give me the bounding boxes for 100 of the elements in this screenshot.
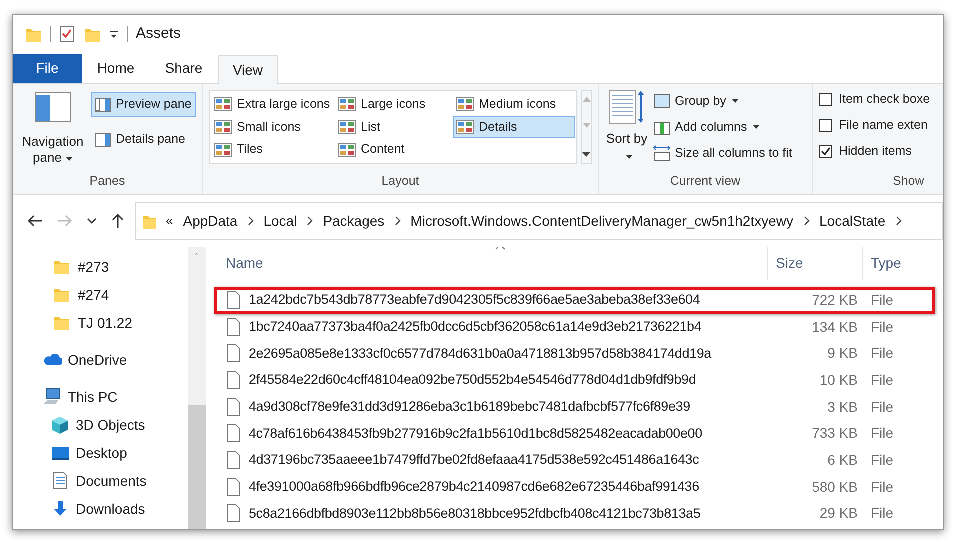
checkbox[interactable]	[819, 144, 832, 158]
file-icon	[226, 424, 241, 444]
chevron-icon[interactable]	[307, 216, 314, 226]
file-row[interactable]: 1bc7240aa77373ba4f0a2425fb0dcc6d5cbf362058c61a14e9d3eb21736221b4 134 KB File	[214, 314, 935, 340]
layout-option[interactable]: Details	[453, 116, 575, 138]
group-label: Current view	[669, 173, 742, 190]
file-type: File	[870, 370, 895, 390]
view-icon	[338, 142, 356, 157]
layout-option[interactable]: Tiles	[211, 138, 335, 161]
document-icon	[51, 472, 70, 490]
layout-option[interactable]: Content	[335, 138, 453, 161]
file-name: 4a9d308cf78e9fe31dd3d91286eba3c1b6189bebc7481dafbcbf577fc6f89e39	[249, 398, 690, 416]
pane-layout-icon	[35, 92, 71, 122]
file-type: File	[870, 424, 895, 444]
checkbox-option[interactable]: Item check boxe	[819, 90, 930, 108]
checkmark-icon	[820, 146, 830, 156]
checkbox-option[interactable]: Hidden items	[819, 142, 912, 160]
checkbox[interactable]	[819, 118, 832, 132]
navigation-pane-button[interactable]: Navigation pane	[19, 90, 87, 172]
view-icon	[214, 120, 232, 134]
navigation-item[interactable]: Desktop	[13, 439, 188, 467]
file-size: 722 KB	[811, 290, 859, 310]
pane-button[interactable]: Details pane	[91, 127, 196, 152]
column-header[interactable]: Name	[214, 247, 767, 280]
sort-by-button[interactable]: Sort by	[605, 90, 649, 172]
file-type: File	[870, 504, 895, 524]
ribbon-tab[interactable]: File	[13, 54, 82, 83]
navigation-item[interactable]: TJ 01.22	[13, 309, 188, 337]
chevron-icon[interactable]	[804, 216, 810, 226]
navigation-item[interactable]: This PC	[13, 383, 188, 411]
file-icon	[226, 318, 241, 337]
navigation-item[interactable]: Documents	[13, 467, 188, 495]
file-row[interactable]: 1a242bdc7b543db78773eabfe7d9042305f5c839f66ae5ae3abeba38ef33e604 722 KB File	[214, 287, 935, 314]
folder-icon	[53, 258, 72, 276]
folder-icon	[53, 286, 72, 304]
file-size: 134 KB	[811, 318, 859, 337]
down-arrow-icon	[51, 500, 70, 518]
checkbox-option[interactable]: File name exten	[819, 116, 928, 134]
pane-icon	[95, 132, 111, 146]
file-name: 1a242bdc7b543db78773eabfe7d9042305f5c839f66ae5ae3abeba38ef33e604	[249, 291, 700, 310]
breadcrumb[interactable]: Microsoft.Windows.ContentDeliveryManager_cw5n1h2txyewy	[410, 210, 794, 232]
view-icon	[338, 120, 356, 134]
expand-icon[interactable]	[582, 149, 591, 157]
file-row[interactable]: 4c78af616b6438453fb9b277916b9c2fa1b5610d1bc8d5825482eacadab00e00 733 KB File	[214, 420, 935, 448]
column-header[interactable]: Size	[767, 247, 862, 280]
navigation-item[interactable]: #274	[13, 281, 188, 309]
scrollbar[interactable]	[188, 247, 206, 529]
layout-option[interactable]: List	[335, 116, 453, 138]
layout-option[interactable]: Medium icons	[453, 93, 575, 116]
ribbon-tab[interactable]: Home	[82, 54, 150, 83]
up-icon[interactable]	[111, 213, 125, 229]
dropdown-icon[interactable]	[109, 29, 119, 39]
file-name: 4fe391000a68fb966bdfb96ce2879b4c2140987cd6e682e67235446baf991436	[249, 478, 700, 496]
file-name: 2f45584e22d60c4cff48104ea092be750d552b4e54546d778d04d1db9fdf9b9d	[249, 371, 696, 390]
ribbon-tab[interactable]: View	[218, 55, 278, 84]
scroll-thumb[interactable]	[188, 405, 206, 529]
file-row[interactable]: 4d37196bc735aaeee1b7479ffd7be02fd8efaaa4175d538e592c451486a1643c 6 KB File	[214, 447, 935, 474]
view-command-button[interactable]: Add columns	[653, 116, 792, 138]
view-icon	[456, 120, 474, 134]
ribbon-tab[interactable]: Share	[150, 54, 218, 83]
chevron-icon[interactable]	[896, 216, 902, 226]
file-row[interactable]: 2e2695a085e8e1333cf0c6577d784d631b0a0a4718813b957d58b384174dd19a 9 KB File	[214, 340, 935, 368]
file-name: 4d37196bc735aaeee1b7479ffd7be02fd8efaaa4175d538e592c451486a1643c	[249, 451, 700, 470]
dropdown-icon[interactable]	[87, 218, 97, 224]
navigation-item[interactable]: Downloads	[13, 495, 188, 523]
caret-icon	[732, 99, 740, 103]
file-type: File	[870, 290, 895, 310]
file-row[interactable]: 2f45584e22d60c4cff48104ea092be750d552b4e54546d778d04d1db9fdf9b9d 10 KB File	[214, 367, 935, 394]
address-bar[interactable]: « AppData Local Packages Microsoft.Windows.ContentDeliveryManager_cw5n1h2txyewy LocalState	[135, 202, 943, 240]
view-command-button[interactable]: Size all columns to fit	[653, 142, 792, 164]
file-row[interactable]: 4a9d308cf78e9fe31dd3d91286eba3c1b6189bebc7481dafbcbf577fc6f89e39 3 KB File	[214, 394, 935, 420]
file-size: 10 KB	[818, 370, 859, 390]
checklist-icon[interactable]	[59, 25, 76, 43]
command-icon	[653, 92, 671, 110]
breadcrumb[interactable]: Packages	[323, 210, 385, 232]
pane-button[interactable]: Preview pane	[91, 92, 196, 117]
file-icon	[226, 478, 241, 497]
checkbox[interactable]	[819, 92, 832, 106]
column-header[interactable]: Type	[862, 247, 935, 280]
breadcrumb[interactable]: AppData	[183, 210, 238, 232]
chevron-icon[interactable]	[248, 216, 254, 226]
file-name: 5c8a2166dbfbd8903e112bb8b56e80318bbce952fdbcfb408c4121bc73b813a5	[249, 504, 701, 523]
view-command-button[interactable]: Group by	[653, 90, 792, 112]
view-icon	[214, 142, 232, 157]
layout-option[interactable]: Large icons	[335, 93, 453, 116]
overflow-chevron[interactable]: «	[166, 211, 174, 231]
layout-option[interactable]: Small icons	[211, 116, 335, 138]
back-icon[interactable]	[27, 214, 43, 228]
file-row[interactable]: 5c8a2166dbfbd8903e112bb8b56e80318bbce952fdbcfb408c4121bc73b813a5 29 KB File	[214, 500, 935, 528]
navigation-item[interactable]: 3D Objects	[13, 411, 188, 439]
breadcrumb[interactable]: LocalState	[820, 210, 886, 232]
file-row[interactable]: 4fe391000a68fb966bdfb96ce2879b4c2140987cd6e682e67235446baf991436 580 KB File	[214, 474, 935, 500]
navigation-item[interactable]: OneDrive	[13, 346, 188, 374]
chevron-icon[interactable]	[394, 216, 401, 226]
layout-option[interactable]: Extra large icons	[211, 93, 335, 116]
breadcrumb[interactable]: Local	[264, 210, 298, 232]
file-name: 2e2695a085e8e1333cf0c6577d784d631b0a0a4718813b957d58b384174dd19a	[249, 344, 712, 363]
file-icon	[226, 504, 241, 524]
navigation-item[interactable]: #273	[13, 253, 188, 281]
caret-icon	[626, 154, 632, 159]
